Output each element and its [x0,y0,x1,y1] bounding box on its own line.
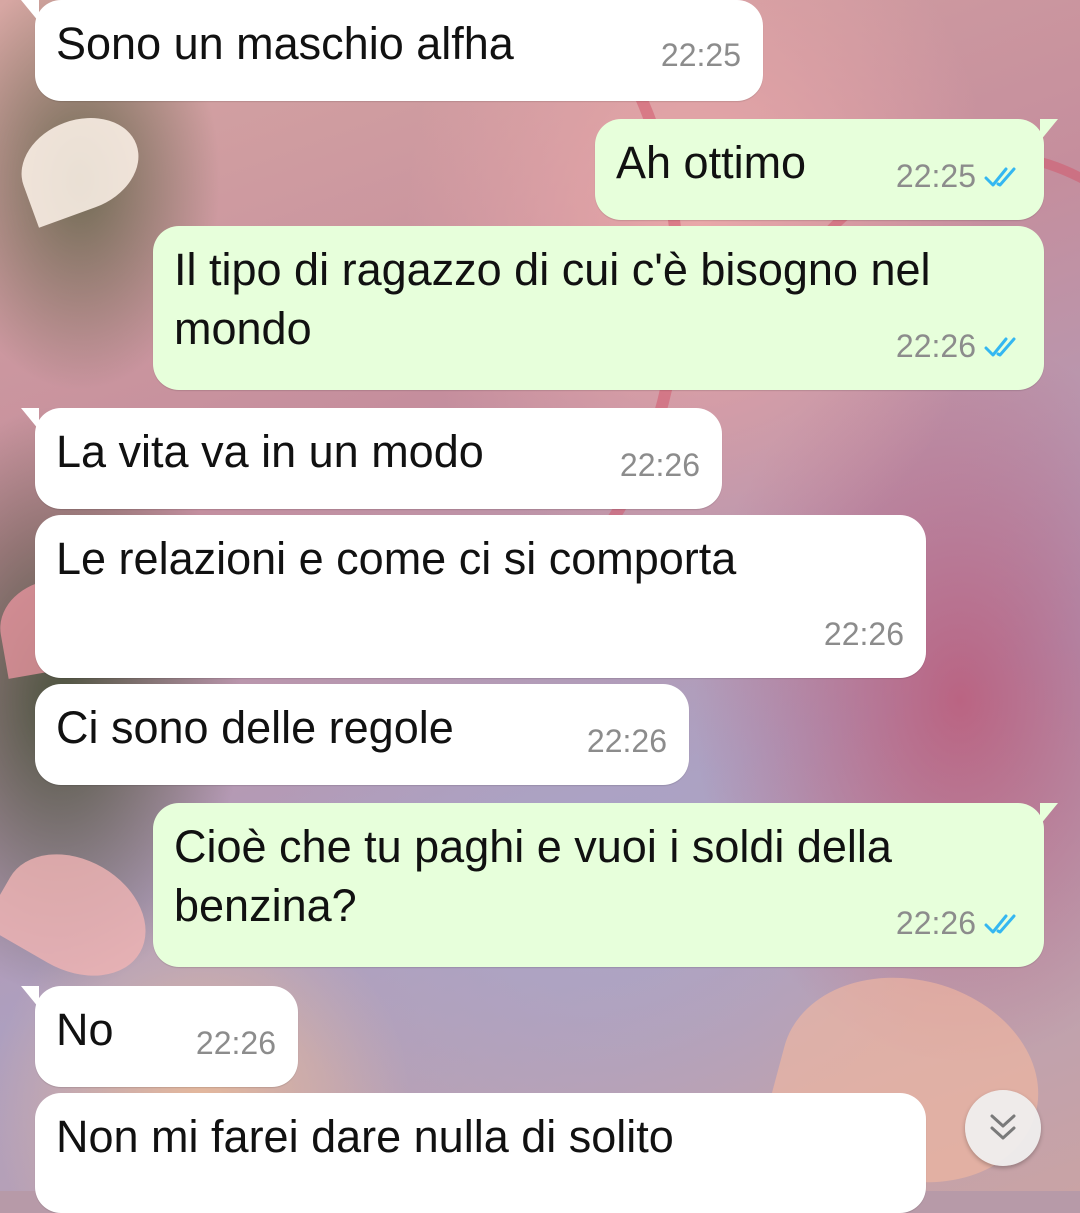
message-text: No [56,1004,114,1055]
message-time: 22:26 [586,723,667,759]
message-bubble-incoming[interactable]: Non mi farei dare nulla di solito [35,1093,926,1213]
message-time: 22:25 [895,158,976,194]
message-time: 22:26 [619,447,700,483]
double-chevron-down-icon [990,1114,1016,1140]
message-text: Cioè che tu paghi e vuoi i soldi della b… [174,821,905,931]
scroll-to-bottom-button[interactable] [965,1090,1041,1166]
message-text: La vita va in un modo [56,426,484,477]
double-check-icon [984,914,1016,933]
message-time: 22:26 [195,1025,276,1061]
message-bubble-incoming[interactable]: Ci sono delle regole 22:26 [35,684,689,785]
message-time: 22:25 [660,37,741,73]
message-text: Il tipo di ragazzo di cui c'è bisogno ne… [174,244,944,354]
message-bubble-outgoing[interactable]: Il tipo di ragazzo di cui c'è bisogno ne… [153,226,1044,390]
message-text: Sono un maschio alfha [56,18,514,69]
message-time: 22:26 [895,905,976,941]
double-check-icon [984,167,1016,186]
message-text: Ci sono delle regole [56,702,454,753]
message-bubble-outgoing[interactable]: Cioè che tu paghi e vuoi i soldi della b… [153,803,1058,967]
message-text: Non mi farei dare nulla di solito [56,1111,674,1162]
message-time: 22:26 [895,328,976,364]
message-bubble-outgoing[interactable]: Ah ottimo 22:25 [595,119,1058,220]
double-check-icon [984,337,1016,356]
message-bubble-incoming[interactable]: La vita va in un modo 22:26 [21,408,722,509]
message-bubble-incoming[interactable]: Sono un maschio alfha 22:25 [21,0,763,101]
message-time: 22:26 [823,616,904,652]
message-text: Le relazioni e come ci si comporta [56,533,737,584]
message-text: Ah ottimo [616,137,807,188]
message-bubble-incoming[interactable]: No 22:26 [21,986,298,1087]
message-bubble-incoming[interactable]: Le relazioni e come ci si comporta 22:26 [35,515,926,678]
